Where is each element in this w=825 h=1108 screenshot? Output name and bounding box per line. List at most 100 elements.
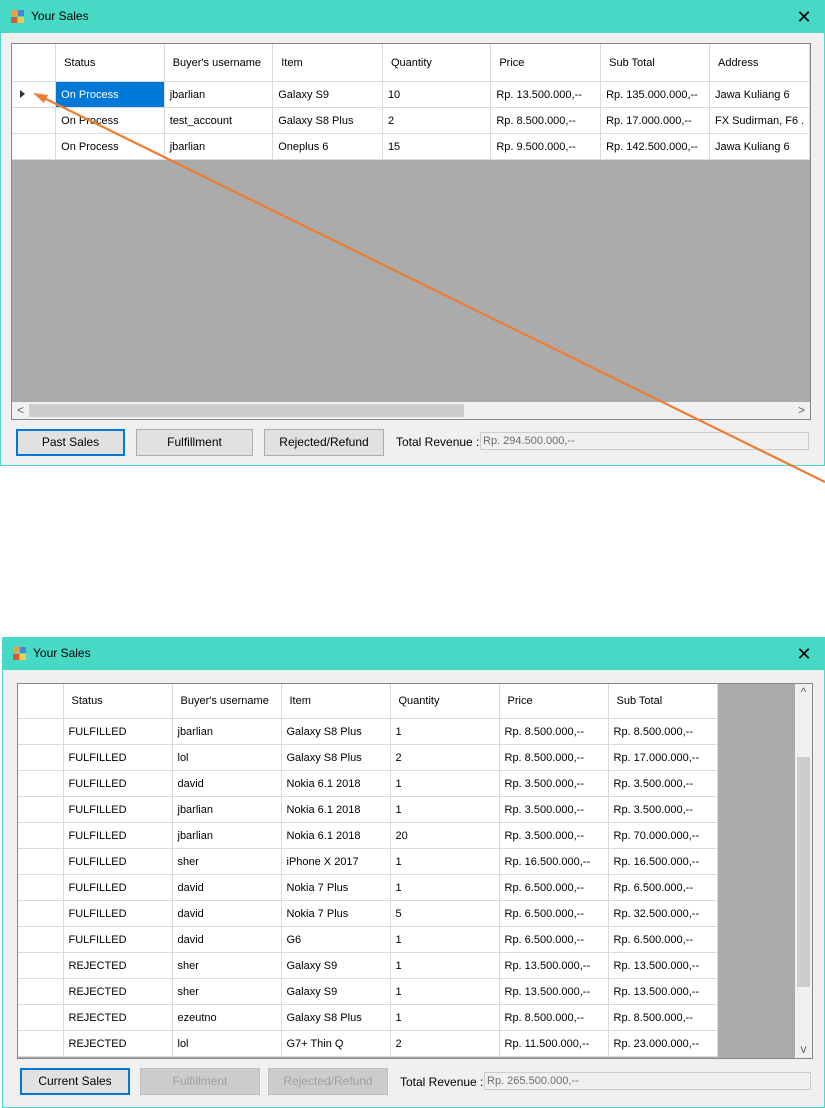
table-cell-price[interactable]: Rp. 3.500.000,-- — [498, 770, 609, 797]
row-header[interactable] — [18, 744, 64, 771]
table-cell-status[interactable]: REJECTED — [62, 1030, 173, 1057]
rejected-refund-button[interactable]: Rejected/Refund — [268, 1068, 388, 1095]
table-cell-quantity[interactable]: 1 — [389, 770, 500, 797]
table-cell-price[interactable]: Rp. 3.500.000,-- — [498, 796, 609, 823]
table-cell-sub-total[interactable]: Rp. 8.500.000,-- — [607, 1004, 718, 1031]
table-cell-quantity[interactable]: 5 — [389, 900, 500, 927]
table-cell-status[interactable]: FULFILLED — [62, 718, 173, 745]
table-cell-buyer[interactable]: jbarlian — [171, 822, 282, 849]
table-cell-buyer[interactable]: sher — [171, 978, 282, 1005]
column-header-status[interactable]: Status — [55, 44, 165, 82]
table-cell-buyer[interactable]: lol — [171, 744, 282, 771]
table-cell-address[interactable]: Jawa Kuliang 6 — [708, 133, 810, 160]
column-header-quantity[interactable]: Quantity — [389, 684, 500, 719]
title-bar[interactable]: Your Sales ✕ — [1, 1, 824, 33]
table-cell-sub-total[interactable]: Rp. 3.500.000,-- — [607, 770, 718, 797]
table-cell-quantity[interactable]: 1 — [389, 952, 500, 979]
column-header-sub-total[interactable]: Sub Total — [600, 44, 710, 82]
table-cell-buyer[interactable]: david — [171, 770, 282, 797]
table-cell-price[interactable]: Rp. 13.500.000,-- — [498, 978, 609, 1005]
table-cell-buyer[interactable]: david — [171, 926, 282, 953]
table-cell-item[interactable]: Oneplus 6 — [272, 133, 383, 160]
table-cell-buyer[interactable]: jbarlian — [171, 718, 282, 745]
table-cell-item[interactable]: Nokia 6.1 2018 — [280, 796, 391, 823]
table-cell-sub-total[interactable]: Rp. 135.000.000,-- — [600, 81, 710, 108]
column-header-item[interactable]: Item — [280, 684, 391, 719]
row-header[interactable] — [12, 133, 57, 160]
table-cell-status[interactable]: FULFILLED — [62, 796, 173, 823]
close-icon[interactable]: ✕ — [792, 5, 816, 29]
table-cell-sub-total[interactable]: Rp. 13.500.000,-- — [607, 978, 718, 1005]
table-cell-quantity[interactable]: 20 — [389, 822, 500, 849]
table-row[interactable]: On Process jbarlian Oneplus 6 15 Rp. 9.5… — [12, 133, 810, 160]
table-row[interactable]: REJECTED ezeutno Galaxy S8 Plus 1 Rp. 8.500.… — [18, 1004, 718, 1031]
table-cell-price[interactable]: Rp. 11.500.000,-- — [498, 1030, 609, 1057]
table-row[interactable]: FULFILLED sher iPhone X 2017 1 Rp. 16.500.00… — [18, 848, 718, 875]
table-cell-price[interactable]: Rp. 6.500.000,-- — [498, 926, 609, 953]
table-cell-quantity[interactable]: 2 — [389, 744, 500, 771]
scroll-left-icon[interactable]: < — [12, 402, 29, 419]
scroll-down-icon[interactable]: v — [795, 1041, 812, 1058]
table-cell-price[interactable]: Rp. 13.500.000,-- — [490, 81, 602, 108]
row-header[interactable] — [18, 770, 64, 797]
rejected-refund-button[interactable]: Rejected/Refund — [264, 429, 384, 456]
table-cell-price[interactable]: Rp. 6.500.000,-- — [498, 874, 609, 901]
table-cell-status[interactable]: On Process — [55, 107, 165, 134]
table-cell-buyer[interactable]: sher — [171, 848, 282, 875]
table-cell-price[interactable]: Rp. 3.500.000,-- — [498, 822, 609, 849]
column-header-price[interactable]: Price — [498, 684, 609, 719]
column-header-buyer-username[interactable]: Buyer's username — [171, 684, 282, 719]
table-row[interactable]: REJECTED sher Galaxy S9 1 Rp. 13.500.000,-- R… — [18, 952, 718, 979]
row-header[interactable] — [18, 822, 64, 849]
column-header-quantity[interactable]: Quantity — [381, 44, 492, 82]
table-cell-item[interactable]: Nokia 6.1 2018 — [280, 770, 391, 797]
table-cell-quantity[interactable]: 1 — [389, 718, 500, 745]
table-cell-buyer[interactable]: jbarlian — [171, 796, 282, 823]
row-header[interactable] — [18, 926, 64, 953]
table-cell-item[interactable]: Galaxy S9 — [272, 81, 383, 108]
table-cell-buyer[interactable]: test_account — [163, 107, 274, 134]
table-cell-status[interactable]: FULFILLED — [62, 822, 173, 849]
table-cell-sub-total[interactable]: Rp. 17.000.000,-- — [607, 744, 718, 771]
fulfillment-button[interactable]: Fulfillment — [136, 429, 253, 456]
row-header[interactable] — [18, 796, 64, 823]
table-row[interactable]: FULFILLED jbarlian Nokia 6.1 2018 1 Rp. 3.50… — [18, 796, 718, 823]
table-cell-item[interactable]: Galaxy S8 Plus — [280, 1004, 391, 1031]
table-cell-price[interactable]: Rp. 13.500.000,-- — [498, 952, 609, 979]
table-cell-item[interactable]: Nokia 7 Plus — [280, 900, 391, 927]
table-cell-price[interactable]: Rp. 9.500.000,-- — [490, 133, 602, 160]
table-cell-item[interactable]: Galaxy S9 — [280, 978, 391, 1005]
table-cell-quantity[interactable]: 15 — [381, 133, 492, 160]
past-sales-button[interactable]: Past Sales — [16, 429, 125, 456]
table-cell-quantity[interactable]: 1 — [389, 796, 500, 823]
table-cell-price[interactable]: Rp. 8.500.000,-- — [490, 107, 602, 134]
table-cell-status[interactable]: FULFILLED — [62, 900, 173, 927]
row-header[interactable] — [18, 978, 64, 1005]
row-header-current[interactable] — [12, 81, 57, 108]
column-header-address[interactable]: Address — [708, 44, 810, 82]
table-cell-buyer[interactable]: david — [171, 900, 282, 927]
table-cell-quantity[interactable]: 1 — [389, 1004, 500, 1031]
table-cell-buyer[interactable]: david — [171, 874, 282, 901]
scrollbar-thumb[interactable] — [797, 757, 810, 987]
table-cell-price[interactable]: Rp. 8.500.000,-- — [498, 718, 609, 745]
table-cell-price[interactable]: Rp. 16.500.000,-- — [498, 848, 609, 875]
table-cell-address[interactable]: FX Sudirman, F6 . — [708, 107, 810, 134]
table-cell-price[interactable]: Rp. 6.500.000,-- — [498, 900, 609, 927]
table-cell-sub-total[interactable]: Rp. 3.500.000,-- — [607, 796, 718, 823]
vertical-scrollbar[interactable]: ^ v — [795, 684, 812, 1058]
table-row[interactable]: On Process jbarlian Galaxy S9 10 Rp. 13.… — [12, 81, 810, 108]
table-cell-quantity[interactable]: 1 — [389, 978, 500, 1005]
table-cell-status[interactable]: On Process — [55, 133, 165, 160]
table-cell-quantity[interactable]: 10 — [381, 81, 492, 108]
row-header[interactable] — [18, 848, 64, 875]
row-header[interactable] — [18, 1030, 64, 1057]
past-sales-data-grid[interactable]: Status Buyer's username Item Quantity Pr… — [17, 683, 813, 1059]
table-cell-buyer[interactable]: ezeutno — [171, 1004, 282, 1031]
table-cell-buyer[interactable]: jbarlian — [163, 133, 274, 160]
sales-data-grid[interactable]: Status Buyer's username Item Quantity Pr… — [11, 43, 811, 420]
column-header-item[interactable]: Item — [272, 44, 383, 82]
table-cell-quantity[interactable]: 1 — [389, 874, 500, 901]
row-header[interactable] — [18, 874, 64, 901]
table-cell-sub-total[interactable]: Rp. 6.500.000,-- — [607, 926, 718, 953]
